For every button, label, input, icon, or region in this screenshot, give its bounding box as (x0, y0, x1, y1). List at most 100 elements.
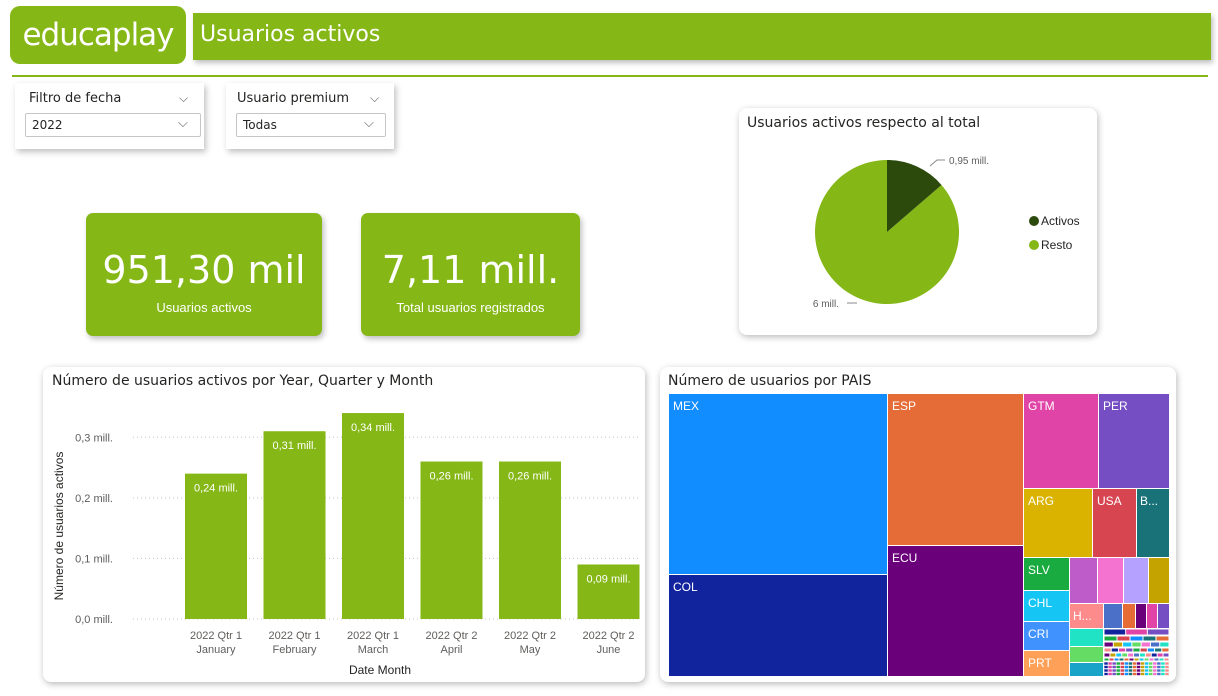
treemap-cell-tiny[interactable] (1130, 636, 1143, 641)
treemap-cell-tiny[interactable] (1136, 662, 1141, 665)
date-filter-slicer[interactable]: Filtro de fecha ⌵ 2022 ⌵ (15, 83, 204, 149)
treemap-cell-tiny[interactable] (1128, 669, 1133, 672)
treemap-cell-tiny[interactable] (1120, 662, 1125, 665)
treemap-cell-tiny[interactable] (1161, 665, 1165, 669)
treemap-cell-tiny[interactable] (1117, 636, 1130, 641)
treemap-cell-small[interactable] (1136, 604, 1146, 628)
treemap-cell-tiny[interactable] (1132, 662, 1137, 665)
treemap-cell-tiny[interactable] (1140, 669, 1145, 672)
chevron-down-icon[interactable]: ⌵ (178, 116, 188, 131)
treemap-cell-col[interactable] (669, 575, 887, 676)
treemap-cell-tiny[interactable] (1114, 658, 1119, 661)
treemap-cell-tiny[interactable] (1116, 669, 1120, 672)
treemap-cell-tiny[interactable] (1148, 669, 1153, 672)
treemap-cell-tiny[interactable] (1128, 672, 1133, 676)
bar-march[interactable] (342, 413, 404, 619)
treemap-cell-tiny[interactable] (1104, 642, 1113, 647)
chevron-down-icon[interactable]: ⌵ (179, 91, 188, 106)
treemap-cell-tiny[interactable] (1111, 648, 1118, 652)
treemap-cell-tiny[interactable] (1123, 642, 1132, 647)
treemap-cell-tiny[interactable] (1132, 669, 1137, 672)
treemap-cell-tiny[interactable] (1140, 662, 1145, 665)
treemap-cell-tiny[interactable] (1143, 636, 1156, 641)
treemap-cell-tiny[interactable] (1144, 669, 1149, 672)
treemap-cell-tiny[interactable] (1153, 665, 1157, 669)
treemap-cell-tiny[interactable] (1112, 665, 1116, 669)
treemap-cell-tiny[interactable] (1136, 665, 1141, 669)
treemap-cell-ecu[interactable] (888, 546, 1023, 676)
treemap-cell-tiny[interactable] (1159, 658, 1164, 661)
treemap-cell-tiny[interactable] (1124, 669, 1129, 672)
treemap-cell-tiny[interactable] (1150, 642, 1160, 647)
treemap-cell-tiny[interactable] (1139, 658, 1144, 661)
treemap-cell-tiny[interactable] (1148, 672, 1153, 676)
bar-january[interactable] (185, 473, 247, 619)
bar-april[interactable] (420, 461, 483, 619)
treemap-cell-tiny[interactable] (1116, 665, 1120, 669)
treemap-cell-tiny[interactable] (1140, 648, 1147, 652)
treemap-cell-small[interactable] (1147, 604, 1157, 628)
treemap-cell-tiny[interactable] (1144, 665, 1149, 669)
treemap-cell-tiny[interactable] (1104, 662, 1108, 665)
bar-may[interactable] (499, 461, 561, 619)
treemap-cell-tiny[interactable] (1157, 672, 1161, 676)
treemap-cell-tiny[interactable] (1153, 669, 1157, 672)
treemap-cell-tiny[interactable] (1134, 653, 1139, 657)
treemap-cell-small[interactable] (1098, 558, 1123, 603)
treemap-cell-tiny[interactable] (1140, 665, 1145, 669)
treemap-cell-tiny[interactable] (1162, 648, 1169, 652)
treemap-cell-small[interactable] (1070, 647, 1103, 662)
treemap-cell-tiny[interactable] (1120, 672, 1125, 676)
premium-user-slicer[interactable]: Usuario premium ⌵ Todas ⌵ (226, 83, 394, 149)
treemap-cell-tiny[interactable] (1155, 648, 1162, 652)
treemap-cell-tiny[interactable] (1124, 672, 1129, 676)
treemap-cell-tiny[interactable] (1165, 662, 1169, 665)
treemap-cell-tiny[interactable] (1136, 669, 1141, 672)
treemap-cell-tiny[interactable] (1126, 648, 1133, 652)
chevron-down-icon[interactable]: ⌵ (370, 91, 379, 106)
treemap-cell-tiny[interactable] (1126, 629, 1147, 635)
treemap-cell-tiny[interactable] (1116, 653, 1122, 657)
treemap-cell-tiny[interactable] (1144, 658, 1149, 661)
treemap-cell-tiny[interactable] (1149, 658, 1154, 661)
treemap-cell-tiny[interactable] (1104, 658, 1109, 661)
treemap-cell-tiny[interactable] (1132, 642, 1141, 647)
treemap-cell-tiny[interactable] (1132, 672, 1137, 676)
treemap-cell-tiny[interactable] (1153, 662, 1157, 665)
treemap-cell-tiny[interactable] (1148, 662, 1153, 665)
treemap-cell-small[interactable] (1124, 558, 1148, 603)
treemap-cell-tiny[interactable] (1120, 665, 1125, 669)
treemap-cell-tiny[interactable] (1108, 672, 1112, 676)
treemap-cell-tiny[interactable] (1145, 653, 1151, 657)
treemap-cell-tiny[interactable] (1165, 672, 1169, 676)
treemap-cell-tiny[interactable] (1116, 662, 1120, 665)
treemap-cell-tiny[interactable] (1104, 648, 1111, 652)
treemap-cell-tiny[interactable] (1104, 672, 1108, 676)
treemap-cell-tiny[interactable] (1165, 665, 1169, 669)
treemap-cell-tiny[interactable] (1134, 658, 1139, 661)
treemap-cell-tiny[interactable] (1140, 672, 1145, 676)
treemap-cell-tiny[interactable] (1104, 669, 1108, 672)
treemap-cell-small[interactable] (1123, 604, 1135, 628)
treemap-cell-tiny[interactable] (1151, 653, 1157, 657)
treemap-cell-tiny[interactable] (1104, 653, 1110, 657)
treemap-cell-tiny[interactable] (1132, 665, 1137, 669)
treemap-cell-small[interactable] (1070, 558, 1097, 603)
treemap-cell-tiny[interactable] (1144, 672, 1149, 676)
treemap-cell-tiny[interactable] (1129, 658, 1134, 661)
treemap-cell-tiny[interactable] (1104, 629, 1126, 635)
chevron-down-icon[interactable]: ⌵ (364, 116, 374, 131)
treemap-cell-tiny[interactable] (1164, 658, 1169, 661)
treemap-cell-tiny[interactable] (1144, 662, 1149, 665)
treemap-cell-tiny[interactable] (1161, 662, 1165, 665)
treemap-cell-tiny[interactable] (1153, 672, 1157, 676)
treemap-cell-tiny[interactable] (1136, 672, 1141, 676)
treemap-cell-small[interactable] (1149, 558, 1169, 603)
treemap-cell-tiny[interactable] (1141, 642, 1150, 647)
treemap-cell-tiny[interactable] (1157, 662, 1161, 665)
treemap-cell-tiny[interactable] (1157, 669, 1161, 672)
treemap-cell-tiny[interactable] (1122, 653, 1128, 657)
treemap-cell-tiny[interactable] (1108, 669, 1112, 672)
treemap-cell-tiny[interactable] (1128, 653, 1134, 657)
treemap-cell-tiny[interactable] (1104, 665, 1108, 669)
